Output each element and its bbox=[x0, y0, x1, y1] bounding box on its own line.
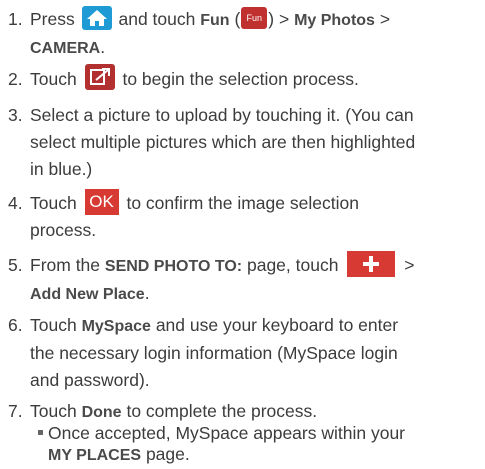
step-number: 4. bbox=[8, 193, 23, 213]
plus-icon bbox=[347, 251, 396, 278]
home-icon bbox=[81, 6, 112, 31]
step-number: 2. bbox=[8, 69, 23, 89]
step-number: 3. bbox=[8, 105, 23, 125]
step-number: 6. bbox=[8, 315, 23, 335]
myspace-label: MySpace bbox=[81, 318, 151, 335]
step-number: 1. bbox=[8, 9, 23, 29]
add-new-place-label: Add New Place bbox=[30, 286, 145, 303]
step-1: 1. Press and touch Fun (Fun) > My Photos … bbox=[8, 6, 478, 62]
bullet-note-line-2: MY PLACES page. bbox=[48, 444, 190, 464]
send-photo-to-label: SEND PHOTO TO: bbox=[104, 258, 243, 275]
step-number: 7. bbox=[8, 401, 23, 421]
instructions-page: 1. Press and touch Fun (Fun) > My Photos … bbox=[0, 0, 485, 464]
step-6: 6. Touch MySpace and use your keyboard to… bbox=[8, 312, 478, 394]
my-places-label: MY PLACES bbox=[48, 447, 142, 464]
ok-icon: OK bbox=[84, 189, 119, 216]
done-label: Done bbox=[81, 404, 122, 421]
camera-label: CAMERA bbox=[30, 40, 101, 57]
fun-icon: Fun bbox=[241, 7, 268, 30]
bullet-icon bbox=[38, 429, 43, 435]
my-photos-label: My Photos bbox=[294, 12, 375, 29]
step-5: 5. From the SEND PHOTO TO: page, touch > … bbox=[8, 251, 478, 308]
fun-label: Fun bbox=[200, 12, 230, 29]
step-2: 2. Touch to begin the selection process. bbox=[8, 64, 478, 93]
upload-icon bbox=[84, 64, 115, 91]
step-4: 4. Touch OK to confirm the image selectio… bbox=[8, 189, 478, 244]
step-3: 3. Select a picture to upload by touching… bbox=[8, 102, 478, 183]
step-number: 5. bbox=[8, 255, 23, 275]
